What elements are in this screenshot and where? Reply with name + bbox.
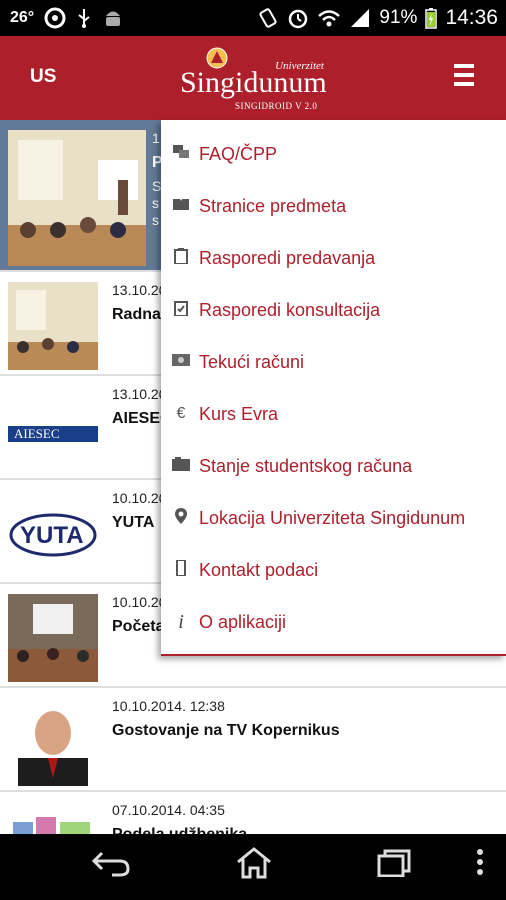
lecture-photo [8, 130, 146, 266]
back-icon [91, 851, 130, 877]
menu-bar [454, 73, 474, 77]
temperature-text: 26° [10, 9, 35, 26]
lecture-photo [8, 282, 98, 370]
menu-item-about[interactable]: i O aplikaciji [161, 596, 506, 648]
back-button[interactable] [90, 846, 134, 886]
news-date: 10.10.20 [112, 594, 167, 610]
vibrate-icon [259, 8, 278, 28]
battery-charging-icon [425, 8, 438, 29]
menu-item-label: Rasporedi predavanja [199, 247, 376, 268]
cash-icon [163, 353, 199, 371]
battery-percent: 91% [379, 7, 418, 28]
news-date: 10.10.20 [112, 490, 167, 506]
news-date: 10.10.2014. 12:38 [112, 698, 225, 714]
alarm-icon [289, 9, 308, 29]
clock: 14:36 [445, 6, 498, 29]
language-button[interactable]: US [30, 66, 56, 88]
aiesec-logo: AIESEC [8, 386, 98, 474]
overflow-button[interactable] [458, 846, 502, 886]
menu-item-label: Kontakt podaci [199, 559, 319, 580]
navigation-bar [0, 834, 506, 900]
home-button[interactable] [232, 846, 276, 886]
news-date: 13.10.20 [112, 386, 167, 402]
wallet-icon [163, 456, 199, 476]
logo-sub-text: SINGIDROID V 2.0 [235, 101, 318, 111]
menu-item-label: Stanje studentskog računa [199, 455, 413, 476]
book-icon [163, 197, 199, 216]
recent-apps-button[interactable] [373, 846, 417, 886]
news-date: 1 [152, 130, 160, 146]
menu-item-bank-accounts[interactable]: Tekući računi [161, 336, 506, 388]
location-pin-icon [163, 507, 199, 529]
menu-item-contact[interactable]: Kontakt podaci [161, 544, 506, 596]
android-icon [106, 11, 121, 26]
overflow-menu: FAQ/ČPP Stranice predmeta Rasporedi pred… [161, 120, 506, 656]
menu-item-label: Stranice predmeta [199, 195, 347, 216]
clipboard-icon [163, 247, 199, 269]
signal-icon [351, 9, 370, 27]
menu-item-student-balance[interactable]: Stanje studentskog računa [161, 440, 506, 492]
menu-item-lecture-schedule[interactable]: Rasporedi predavanja [161, 232, 506, 284]
phone-icon [163, 558, 199, 581]
chat-icon [163, 144, 199, 164]
menu-item-label: Rasporedi konsultacija [199, 299, 381, 320]
news-title: Gostovanje na TV Kopernikus [112, 722, 340, 739]
news-title: Početa [112, 618, 165, 635]
menu-item-location[interactable]: Lokacija Univerziteta Singidunum [161, 492, 506, 544]
menu-item-label: Kurs Evra [199, 403, 279, 424]
menu-item-label: Tekući računi [199, 351, 305, 372]
news-title: Podela udžbenika [112, 826, 247, 834]
home-icon [237, 847, 271, 879]
menu-item-course-pages[interactable]: Stranice predmeta [161, 180, 506, 232]
news-item[interactable]: 10.10.2014. 12:38 Gostovanje na TV Koper… [0, 688, 506, 792]
menu-item-faq[interactable]: FAQ/ČPP [161, 128, 506, 180]
yuta-logo-text: YUTA [20, 522, 84, 549]
news-date: 07.10.2014. 04:35 [112, 802, 225, 818]
menu-button[interactable] [454, 64, 474, 86]
menu-item-label: O aplikaciji [199, 611, 287, 632]
menu-item-label: FAQ/ČPP [199, 143, 278, 164]
wifi-icon [318, 10, 341, 27]
news-item[interactable]: 07.10.2014. 04:35 Podela udžbenika [0, 792, 506, 834]
sync-icon [44, 7, 66, 29]
usb-icon [78, 9, 90, 28]
lecture-photo [8, 594, 98, 682]
status-bar: 26° 91% 14:36 [0, 0, 506, 36]
menu-item-euro-rate[interactable]: € Kurs Evra [161, 388, 506, 440]
aiesec-logo-text: AIESEC [14, 426, 60, 441]
clipboard-check-icon [163, 300, 199, 321]
menu-item-consultation-schedule[interactable]: Rasporedi konsultacija [161, 284, 506, 336]
menu-bar [454, 82, 474, 86]
app-bar: US Univerzitet Singidunum SINGIDROID V 2… [0, 36, 506, 120]
more-vert-icon [477, 849, 483, 875]
news-title: Radna [112, 306, 161, 323]
info-icon: i [178, 610, 184, 633]
menu-item-label: Lokacija Univerziteta Singidunum [199, 507, 466, 528]
books-photo [8, 802, 98, 834]
yuta-logo: YUTA [8, 490, 98, 578]
menu-bar [454, 64, 474, 68]
recent-apps-icon [377, 849, 411, 878]
university-logo: Univerzitet Singidunum SINGIDROID V 2.0 [180, 46, 330, 116]
news-title: YUTA [112, 514, 155, 531]
logo-main-text: Singidunum [180, 66, 327, 99]
portrait-photo [8, 698, 98, 786]
euro-icon: € [176, 405, 186, 422]
